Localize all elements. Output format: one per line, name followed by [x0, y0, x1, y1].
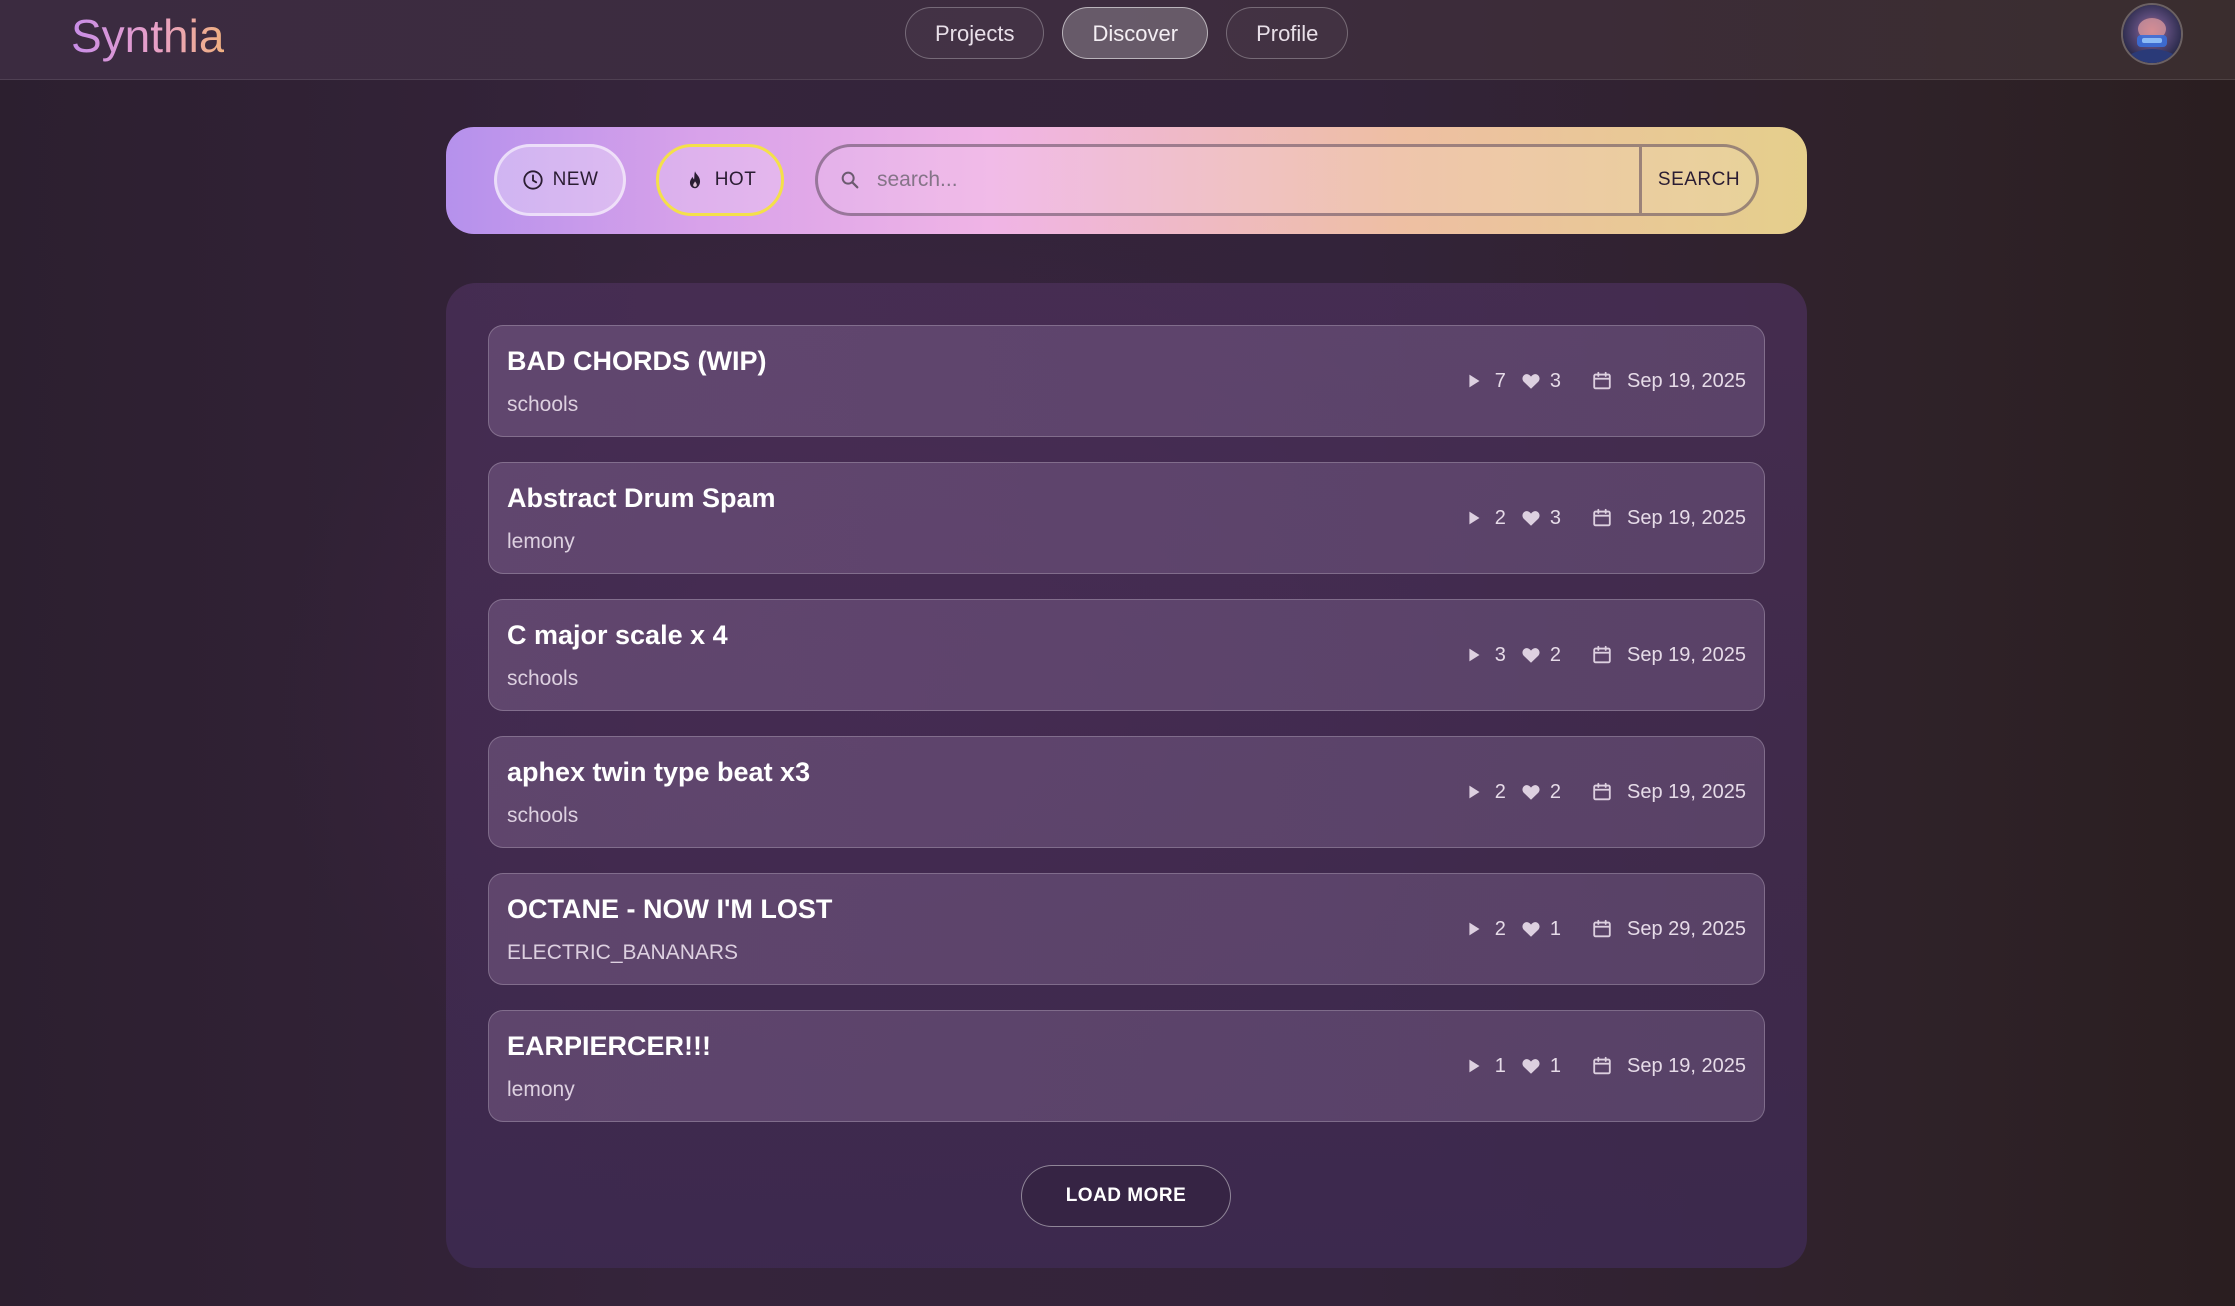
likes-count: 1 [1549, 1054, 1561, 1077]
tab-projects[interactable]: Projects [905, 7, 1045, 59]
likes-count: 3 [1549, 369, 1561, 392]
filter-bar: NEW HOT SEARCH [446, 127, 1807, 234]
calendar-icon [1593, 371, 1611, 390]
main-nav: Projects Discover Profile [905, 7, 1349, 59]
new-filter-label: NEW [552, 169, 599, 190]
track-title[interactable]: BAD CHORDS (WIP) [507, 346, 766, 377]
search-icon [841, 171, 859, 189]
likes-count: 1 [1549, 917, 1561, 940]
track-meta: 2 1 Sep 29, 2025 [1463, 912, 1746, 946]
track-meta: 3 2 Sep 19, 2025 [1463, 638, 1746, 672]
play-icon [1469, 511, 1480, 525]
play-icon [1469, 374, 1480, 388]
hot-filter-button[interactable]: HOT [656, 144, 784, 216]
search-input[interactable] [861, 147, 1639, 213]
play-icon [1469, 922, 1480, 936]
track-author[interactable]: lemony [507, 1078, 575, 1102]
likes-count: 3 [1549, 506, 1561, 529]
tab-profile[interactable]: Profile [1226, 7, 1349, 59]
track-card[interactable]: BAD CHORDS (WIP) schools 7 3 Sep 19, 202… [488, 325, 1765, 437]
track-title[interactable]: EARPIERCER!!! [507, 1031, 711, 1062]
app-logo[interactable]: Synthia [71, 8, 224, 64]
likes-count: 2 [1549, 643, 1561, 666]
plays-count: 2 [1494, 780, 1506, 803]
play-icon [1469, 1059, 1480, 1073]
track-feed-panel: BAD CHORDS (WIP) schools 7 3 Sep 19, 202… [446, 283, 1807, 1268]
heart-icon[interactable] [1520, 1055, 1542, 1077]
heart-icon[interactable] [1520, 370, 1542, 392]
top-navbar: Synthia Projects Discover Profile [0, 0, 2235, 80]
calendar-icon [1593, 508, 1611, 527]
calendar-icon [1593, 1056, 1611, 1075]
search-button[interactable]: SEARCH [1639, 147, 1756, 213]
play-icon [1469, 785, 1480, 799]
track-date: Sep 19, 2025 [1627, 780, 1746, 803]
flame-icon [689, 171, 700, 189]
track-title[interactable]: OCTANE - NOW I'M LOST [507, 894, 832, 925]
track-meta: 2 2 Sep 19, 2025 [1463, 775, 1746, 809]
track-date: Sep 29, 2025 [1627, 917, 1746, 940]
track-meta: 7 3 Sep 19, 2025 [1463, 364, 1746, 398]
track-list: BAD CHORDS (WIP) schools 7 3 Sep 19, 202… [488, 325, 1765, 1122]
heart-icon[interactable] [1520, 507, 1542, 529]
plays-count: 2 [1494, 506, 1506, 529]
calendar-icon [1593, 645, 1611, 664]
track-card[interactable]: C major scale x 4 schools 3 2 Sep 19, 20… [488, 599, 1765, 711]
plays-count: 3 [1494, 643, 1506, 666]
track-card[interactable]: OCTANE - NOW I'M LOST ELECTRIC_BANANARS … [488, 873, 1765, 985]
heart-icon[interactable] [1520, 781, 1542, 803]
track-author[interactable]: schools [507, 393, 578, 417]
new-filter-button[interactable]: NEW [494, 144, 626, 216]
track-meta: 1 1 Sep 19, 2025 [1463, 1049, 1746, 1083]
plays-count: 1 [1494, 1054, 1506, 1077]
track-date: Sep 19, 2025 [1627, 643, 1746, 666]
play-icon [1469, 648, 1480, 662]
track-card[interactable]: aphex twin type beat x3 schools 2 2 Sep … [488, 736, 1765, 848]
heart-icon[interactable] [1520, 644, 1542, 666]
track-author[interactable]: schools [507, 804, 578, 828]
calendar-icon [1593, 919, 1611, 938]
track-date: Sep 19, 2025 [1627, 1054, 1746, 1077]
track-author[interactable]: schools [507, 667, 578, 691]
track-title[interactable]: C major scale x 4 [507, 620, 728, 651]
likes-count: 2 [1549, 780, 1561, 803]
hot-filter-label: HOT [714, 169, 757, 190]
track-card[interactable]: EARPIERCER!!! lemony 1 1 Sep 19, 2025 [488, 1010, 1765, 1122]
track-author[interactable]: ELECTRIC_BANANARS [507, 941, 738, 965]
tab-discover[interactable]: Discover [1062, 7, 1209, 59]
heart-icon[interactable] [1520, 918, 1542, 940]
plays-count: 7 [1494, 369, 1506, 392]
calendar-icon [1593, 782, 1611, 801]
track-meta: 2 3 Sep 19, 2025 [1463, 501, 1746, 535]
avatar-image [2123, 5, 2181, 63]
track-author[interactable]: lemony [507, 530, 575, 554]
track-card[interactable]: Abstract Drum Spam lemony 2 3 Sep 19, 20… [488, 462, 1765, 574]
track-date: Sep 19, 2025 [1627, 369, 1746, 392]
plays-count: 2 [1494, 917, 1506, 940]
search-box: SEARCH [815, 144, 1759, 216]
clock-icon [522, 170, 543, 190]
track-title[interactable]: aphex twin type beat x3 [507, 757, 810, 788]
track-date: Sep 19, 2025 [1627, 506, 1746, 529]
user-avatar[interactable] [2121, 3, 2183, 65]
track-title[interactable]: Abstract Drum Spam [507, 483, 776, 514]
load-more-button[interactable]: LOAD MORE [1021, 1165, 1231, 1227]
